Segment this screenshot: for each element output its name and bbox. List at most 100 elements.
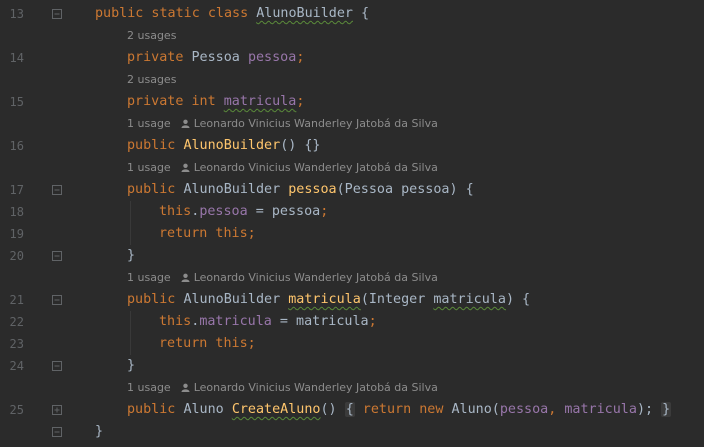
inlay-hint-row: 1 usage Leonardo Vinicius Wanderley Jatob…	[0, 377, 704, 399]
code-editor[interactable]: 13 public static class AlunoBuilder { 2 us…	[0, 0, 704, 447]
code-line[interactable]: 19 return this;	[0, 223, 704, 245]
code-line[interactable]: 15 private int matricula;	[0, 91, 704, 113]
fold-collapse-icon[interactable]	[52, 251, 62, 261]
code-text[interactable]: }	[95, 421, 103, 443]
author-name: Leonardo Vinicius Wanderley Jatobá da Si…	[193, 271, 438, 284]
code-line[interactable]: 22 this.matricula = matricula;	[0, 311, 704, 333]
fold-collapse-icon[interactable]	[52, 185, 62, 195]
code-line[interactable]: }	[0, 421, 704, 443]
code-line[interactable]: 18 this.pessoa = pessoa;	[0, 201, 704, 223]
code-token: ;	[320, 204, 329, 219]
code-line[interactable]: 13 public static class AlunoBuilder {	[0, 3, 704, 25]
code-token: ,	[548, 402, 565, 417]
code-token: private int	[127, 94, 224, 109]
code-text[interactable]: this.matricula = matricula;	[159, 311, 377, 333]
user-icon	[181, 273, 190, 282]
code-token: ;	[368, 314, 377, 329]
line-number: 16	[9, 139, 24, 153]
code-token: ()	[320, 402, 345, 417]
code-token: matricula	[223, 94, 297, 109]
line-number: 20	[9, 249, 24, 263]
usage-hint[interactable]: 1 usage Leonardo Vinicius Wanderley Jatob…	[127, 113, 438, 135]
code-text[interactable]: }	[127, 245, 135, 267]
code-token: public	[127, 138, 184, 153]
code-text[interactable]: public AlunoBuilder pessoa(Pessoa pessoa…	[127, 179, 474, 201]
usage-count[interactable]: 1 usage	[127, 161, 171, 174]
code-token: ;	[296, 94, 305, 109]
code-token: pessoa	[247, 50, 297, 65]
line-number: 18	[9, 205, 24, 219]
indent-guide	[130, 311, 131, 355]
code-token: return this;	[159, 336, 256, 351]
code-text[interactable]: return this;	[159, 223, 256, 245]
code-token: matricula	[288, 292, 361, 307]
code-text[interactable]: return this;	[159, 333, 256, 355]
code-text[interactable]: public static class AlunoBuilder {	[95, 3, 369, 25]
code-token: matricula	[564, 402, 637, 417]
usage-count[interactable]: 1 usage	[127, 117, 171, 130]
code-token: );	[636, 402, 654, 417]
code-token: Aluno(	[451, 402, 500, 417]
usage-count[interactable]: 1 usage	[127, 271, 171, 284]
code-text[interactable]: this.pessoa = pessoa;	[159, 201, 328, 223]
code-text[interactable]: public Aluno CreateAluno() { return new …	[127, 399, 672, 421]
line-number: 17	[9, 183, 24, 197]
fold-collapse-icon[interactable]	[52, 361, 62, 371]
user-icon	[181, 119, 190, 128]
code-text[interactable]: public AlunoBuilder matricula(Integer ma…	[127, 289, 530, 311]
author-hint[interactable]: Leonardo Vinicius Wanderley Jatobá da Si…	[181, 381, 438, 394]
code-token: }	[127, 248, 136, 263]
code-token: return this;	[159, 226, 256, 241]
line-number: 19	[9, 227, 24, 241]
fold-expand-icon[interactable]	[52, 405, 62, 415]
code-line[interactable]: 21 public AlunoBuilder matricula(Integer …	[0, 289, 704, 311]
code-token: pessoa	[199, 204, 248, 219]
code-line[interactable]: 23 return this;	[0, 333, 704, 355]
code-token: (Pessoa pessoa) {	[336, 182, 474, 197]
code-line[interactable]: 14 private Pessoa pessoa;	[0, 47, 704, 69]
usage-count[interactable]: 2 usages	[127, 29, 176, 42]
usage-hint[interactable]: 2 usages	[127, 69, 176, 91]
line-number: 13	[9, 7, 24, 21]
author-hint[interactable]: Leonardo Vinicius Wanderley Jatobá da Si…	[181, 161, 438, 174]
fold-collapse-icon[interactable]	[52, 9, 62, 19]
author-hint[interactable]: Leonardo Vinicius Wanderley Jatobá da Si…	[181, 117, 438, 130]
code-token: Aluno	[183, 402, 232, 417]
inlay-hint-row: 1 usage Leonardo Vinicius Wanderley Jatob…	[0, 157, 704, 179]
usage-hint[interactable]: 1 usage Leonardo Vinicius Wanderley Jatob…	[127, 157, 438, 179]
usage-count[interactable]: 1 usage	[127, 381, 171, 394]
code-token: AlunoBuilder	[183, 138, 281, 153]
author-name: Leonardo Vinicius Wanderley Jatobá da Si…	[193, 381, 438, 394]
code-line[interactable]: 24}	[0, 355, 704, 377]
code-line[interactable]: 17 public AlunoBuilder pessoa(Pessoa pess…	[0, 179, 704, 201]
user-icon	[181, 163, 190, 172]
line-number: 14	[9, 51, 24, 65]
inlay-hint-row: 1 usage Leonardo Vinicius Wanderley Jatob…	[0, 267, 704, 289]
code-line[interactable]: 16 public AlunoBuilder() {}	[0, 135, 704, 157]
code-token: Pessoa	[191, 50, 248, 65]
author-name: Leonardo Vinicius Wanderley Jatobá da Si…	[193, 117, 438, 130]
code-token: public	[127, 182, 184, 197]
code-token: (Integer	[360, 292, 434, 307]
inlay-hint-row: 2 usages	[0, 25, 704, 47]
usage-hint[interactable]: 2 usages	[127, 25, 176, 47]
code-text[interactable]: public AlunoBuilder() {}	[127, 135, 321, 157]
code-token: public static class	[95, 6, 257, 21]
author-hint[interactable]: Leonardo Vinicius Wanderley Jatobá da Si…	[181, 271, 438, 284]
usage-hint[interactable]: 1 usage Leonardo Vinicius Wanderley Jatob…	[127, 377, 438, 399]
code-text[interactable]: private int matricula;	[127, 91, 304, 113]
code-text[interactable]: }	[127, 355, 135, 377]
fold-collapse-icon[interactable]	[52, 295, 62, 305]
code-line[interactable]: 25 public Aluno CreateAluno() { return ne…	[0, 399, 704, 421]
code-token: matricula	[199, 314, 272, 329]
code-token: this	[159, 314, 192, 329]
code-text[interactable]: private Pessoa pessoa;	[127, 47, 304, 69]
code-line[interactable]: 20}	[0, 245, 704, 267]
code-token: () {}	[280, 138, 321, 153]
line-number: 25	[9, 403, 24, 417]
usage-count[interactable]: 2 usages	[127, 73, 176, 86]
line-number: 24	[9, 359, 24, 373]
fold-collapse-icon[interactable]	[52, 427, 62, 437]
usage-hint[interactable]: 1 usage Leonardo Vinicius Wanderley Jatob…	[127, 267, 438, 289]
code-token: this	[159, 204, 192, 219]
